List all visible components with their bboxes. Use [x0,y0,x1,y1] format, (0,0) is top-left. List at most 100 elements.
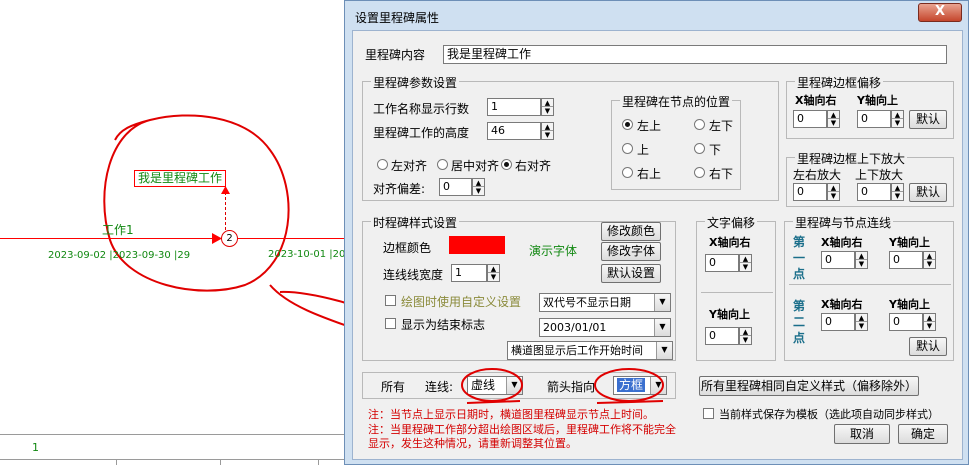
align-offset-label: 对齐偏差: [373,182,426,196]
all-label: 所有 [381,380,406,394]
height-label: 里程碑工作的高度 [373,126,470,140]
border-offset-x-input[interactable]: 0 [793,110,827,128]
dialog-client: 里程碑内容 我是里程碑工作 里程碑参数设置 工作名称显示行数 1 ▲ ▼ 里程碑工… [352,30,963,460]
modify-color-button[interactable]: 修改颜色 [601,222,661,241]
line-type-value: 虚线 [471,378,496,392]
time-mode-value: 横道图显示后工作开始时间 [511,344,643,357]
lines-spin[interactable]: ▲ ▼ [541,98,554,116]
border-zoom-ud-input[interactable]: 0 [857,183,891,201]
pos-right-top-radio[interactable] [622,167,633,178]
p1-y-label: Y轴向上 [889,236,930,249]
end-flag-checkbox[interactable] [385,318,396,329]
pos-right-bottom-radio[interactable] [694,167,705,178]
text-offset-x-input[interactable]: 0 [705,254,739,272]
pos-left-top-label: 左上 [637,119,662,133]
height-spin[interactable]: ▲ ▼ [541,122,554,140]
custom-setting-checkbox[interactable] [385,295,396,306]
line-type-select[interactable]: 虚线 ▼ [467,376,523,395]
line-width-label: 连线线宽度 [383,268,444,282]
align-left-label: 左对齐 [391,159,428,173]
ok-button[interactable]: 确定 [898,424,948,444]
border-color-swatch[interactable] [449,236,505,254]
dialog-title: 设置里程碑属性 [355,11,440,25]
p1-y-spin[interactable]: ▲ ▼ [923,251,936,269]
node-link-title: 里程碑与节点连线 [793,214,894,231]
pos-top-radio[interactable] [622,143,633,154]
height-input[interactable]: 46 [487,122,541,140]
milestone-box[interactable]: 我是里程碑工作 [134,170,226,187]
close-button[interactable]: X [918,3,962,22]
modify-font-button[interactable]: 修改字体 [601,242,661,261]
border-zoom-default-button[interactable]: 默认 [909,183,947,202]
align-left-radio[interactable] [377,159,388,170]
border-offset-y-label: Y轴向上 [857,94,898,107]
chevron-down-icon: ▼ [650,377,666,394]
demo-font-label: 演示字体 [529,244,578,258]
params-group-title: 里程碑参数设置 [371,74,460,91]
arrow-label: 箭头指向 [547,380,596,394]
border-offset-x-spin[interactable]: ▲ ▼ [827,110,840,128]
p2-y-label: Y轴向上 [889,298,930,311]
border-offset-y-spin[interactable]: ▲ ▼ [891,110,904,128]
pos-bottom-radio[interactable] [694,143,705,154]
date-label-right: 2023-10-01 |20 [268,249,346,260]
align-right-radio[interactable] [501,159,512,170]
all-same-style-button[interactable]: 所有里程碑相同自定义样式（偏移除外） [699,376,919,396]
save-template-checkbox[interactable] [703,408,714,419]
date-value: 2003/01/01 [543,321,607,334]
close-icon: X [934,4,946,19]
pos-left-bottom-label: 左下 [709,119,734,133]
text-offset-x-spin[interactable]: ▲ ▼ [739,254,752,272]
date-mode-select[interactable]: 双代号不显示日期 ▼ [539,293,671,312]
align-offset-spin[interactable]: ▲ ▼ [472,178,485,196]
border-zoom-ud-spin[interactable]: ▲ ▼ [891,183,904,201]
task-line-right [238,238,344,239]
node-link-divider [789,284,951,285]
text-offset-y-spin[interactable]: ▲ ▼ [739,327,752,345]
text-offset-y-input[interactable]: 0 [705,327,739,345]
position-group-title: 里程碑在节点的位置 [620,93,733,110]
text-offset-x-label: X轴向右 [709,236,751,249]
default-settings-button[interactable]: 默认设置 [601,264,661,283]
arrow-select[interactable]: 方框 ▼ [613,376,667,395]
border-offset-y-input[interactable]: 0 [857,110,891,128]
content-input[interactable]: 我是里程碑工作 [443,45,947,64]
border-zoom-lr-input[interactable]: 0 [793,183,827,201]
save-template-label: 当前样式保存为模板（选此项自动同步样式） [719,408,939,421]
p1-y-input[interactable]: 0 [889,251,923,269]
line-width-spin[interactable]: ▲ ▼ [487,264,500,282]
align-offset-input[interactable]: 0 [439,178,472,196]
first-point-label: 第一点 [793,235,806,281]
gantt-canvas: 2 我是里程碑工作 工作1 2023-09-02 |2023-09-30 |29… [0,0,346,465]
table-col-sep [116,459,117,465]
lines-input[interactable]: 1 [487,98,541,116]
cancel-button[interactable]: 取消 [834,424,890,444]
pos-bottom-label: 下 [709,143,722,157]
border-color-label: 边框颜色 [383,241,432,255]
border-zoom-lr-spin[interactable]: ▲ ▼ [827,183,840,201]
date-select[interactable]: 2003/01/01 ▼ [539,318,671,337]
annotation-scribble [103,114,344,326]
time-mode-select[interactable]: 横道图显示后工作开始时间 ▼ [507,341,673,360]
line-label: 连线: [425,380,454,394]
second-point-label: 第二点 [793,299,806,345]
border-offset-group: 里程碑边框偏移 X轴向右 Y轴向上 0 ▲ ▼ 0 ▲ ▼ 默认 [786,74,954,139]
table-border-top [0,434,344,435]
p2-x-spin[interactable]: ▲ ▼ [855,313,868,331]
border-offset-default-button[interactable]: 默认 [909,110,947,129]
align-center-radio[interactable] [437,159,448,170]
p2-y-input[interactable]: 0 [889,313,923,331]
p1-x-spin[interactable]: ▲ ▼ [855,251,868,269]
node-link-group: 里程碑与节点连线 第一点 X轴向右 Y轴向上 0 ▲ ▼ 0 ▲ ▼ 第二点 X轴向… [784,214,954,361]
custom-setting-label: 绘图时使用自定义设置 [401,295,522,309]
node-link-default-button[interactable]: 默认 [909,337,947,356]
pos-left-top-radio[interactable] [622,119,633,130]
p2-x-input[interactable]: 0 [821,313,855,331]
network-node[interactable]: 2 [221,230,238,247]
align-center-label: 居中对齐 [451,159,500,173]
line-width-input[interactable]: 1 [451,264,487,282]
p2-y-spin[interactable]: ▲ ▼ [923,313,936,331]
align-right-label: 右对齐 [515,159,552,173]
p1-x-input[interactable]: 0 [821,251,855,269]
pos-left-bottom-radio[interactable] [694,119,705,130]
